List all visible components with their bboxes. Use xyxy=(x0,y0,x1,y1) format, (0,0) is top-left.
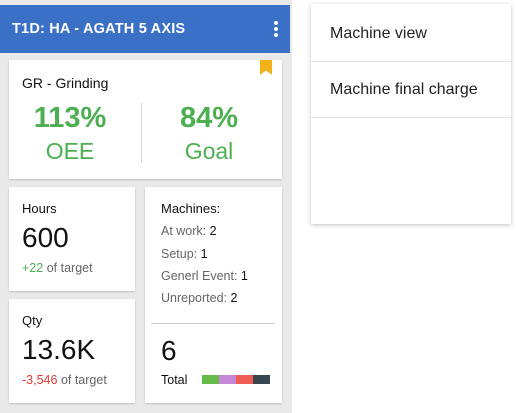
goal-label: Goal xyxy=(184,138,234,164)
machines-title: Machines: xyxy=(161,201,221,216)
status-at-work-swatch xyxy=(202,375,219,384)
oee-card[interactable]: GR - Grinding 113% OEE 84% Goal xyxy=(9,60,282,179)
machine-status-bar xyxy=(202,375,270,384)
machines-row-label: Setup: xyxy=(161,247,198,261)
bookmark-icon xyxy=(260,60,272,75)
machines-row-value: 1 xyxy=(240,269,248,283)
hours-card[interactable]: Hours 600 +22 of target xyxy=(9,187,135,291)
qty-target-delta: -3,546 of target xyxy=(22,373,107,387)
menu-item-machine-final-charge[interactable]: Machine final charge xyxy=(311,62,511,118)
machines-row-value: 2 xyxy=(230,291,238,305)
qty-delta-suffix: of target xyxy=(60,373,107,387)
department-label: GR - Grinding xyxy=(22,75,109,91)
hours-label: Hours xyxy=(22,201,57,216)
machines-row-setup: Setup: 1 xyxy=(161,247,208,261)
hours-delta: +22 xyxy=(22,261,44,275)
machines-total-label: Total xyxy=(161,373,188,387)
hours-value: 600 xyxy=(22,222,69,253)
machines-row-label: At work: xyxy=(161,224,207,238)
menu-item-machine-view[interactable]: Machine view xyxy=(311,6,511,62)
machines-row-label: Unreported: xyxy=(161,291,228,305)
machines-row-event: Generl Event: 1 xyxy=(161,269,248,283)
app-bar: T1D: HA - AGATH 5 AXIS xyxy=(0,5,290,53)
divider xyxy=(151,323,275,324)
machines-row-value: 2 xyxy=(209,224,217,238)
oee-label: OEE xyxy=(45,138,95,164)
divider xyxy=(141,103,142,163)
qty-label: Qty xyxy=(22,313,43,328)
machines-row-at-work: At work: 2 xyxy=(161,224,217,238)
machines-row-value: 1 xyxy=(200,247,208,261)
status-setup-swatch xyxy=(219,375,236,384)
qty-value: 13.6K xyxy=(22,334,96,365)
goal-value: 84% xyxy=(179,102,239,134)
hours-target-delta: +22 of target xyxy=(22,261,93,275)
machines-row-label: Generl Event: xyxy=(161,269,238,283)
machines-total-value: 6 xyxy=(161,335,177,366)
hours-delta-suffix: of target xyxy=(46,261,93,275)
department-panel: T1D: HA - AGATH 5 AXIS GR - Grinding 113… xyxy=(0,0,292,413)
machines-row-unreported: Unreported: 2 xyxy=(161,291,237,305)
qty-card[interactable]: Qty 13.6K -3,546 of target xyxy=(9,299,135,403)
overflow-menu: Machine view Machine final charge xyxy=(311,4,511,224)
page-title: T1D: HA - AGATH 5 AXIS xyxy=(12,21,186,37)
oee-value: 113% xyxy=(33,102,107,134)
machines-card[interactable]: Machines: At work: 2 Setup: 1 Generl Eve… xyxy=(145,187,282,403)
more-vert-icon[interactable] xyxy=(270,17,282,41)
status-unreported-swatch xyxy=(253,375,270,384)
status-event-swatch xyxy=(236,375,253,384)
qty-delta: -3,546 xyxy=(22,373,58,387)
